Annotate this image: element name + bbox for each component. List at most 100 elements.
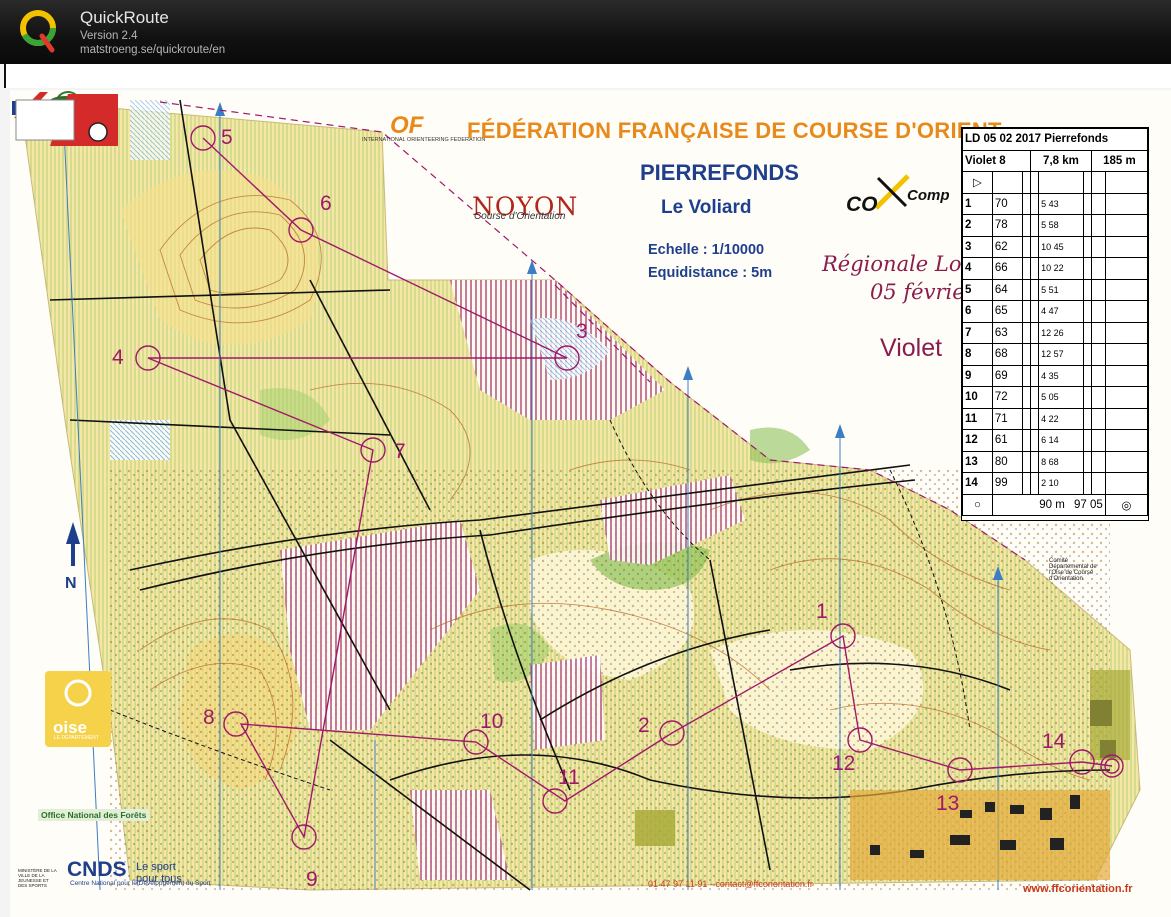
cnds-logo-text: CNDS — [67, 858, 127, 881]
ministere-text: MINISTÈRE DE LA VILLE DE LA JEUNESSE ET … — [18, 868, 57, 888]
cd-row-number: 1 — [962, 192, 993, 215]
control-number-8: 8 — [203, 706, 215, 729]
cd-row-other — [1104, 450, 1149, 473]
control-number-6: 6 — [320, 192, 332, 215]
cd-row-feature — [1030, 257, 1040, 280]
marsh — [130, 100, 170, 160]
cd-finish-circle: ○ — [962, 493, 993, 516]
cd-row-location — [1090, 257, 1106, 280]
control-number-14: 14 — [1042, 730, 1066, 753]
cd-row-feature — [1030, 300, 1040, 323]
cd-row-detail: 10 22 — [1038, 257, 1084, 280]
cd-row-number: 8 — [962, 343, 993, 366]
north-arrow-icon: N — [65, 522, 80, 592]
cd-row-feature — [1030, 192, 1040, 215]
sport-pour-tous: Le sport pour tous — [136, 861, 182, 885]
cd-row-which — [1021, 407, 1032, 430]
app-version: Version 2.4 — [80, 30, 138, 42]
cd-row: 13 80 8 68 — [962, 450, 1149, 473]
sponsor-logo-icon — [874, 174, 910, 210]
green-vegetation — [750, 427, 810, 464]
cd-row-feature — [1030, 429, 1040, 452]
cd-row: 7 63 12 26 — [962, 321, 1149, 344]
sponsor-subname: Comp — [907, 187, 950, 204]
cd-row-location — [1090, 386, 1106, 409]
cd-row-location — [1090, 364, 1106, 387]
event-place: PIERREFONDS — [640, 160, 799, 185]
cd-row-dimension — [1082, 407, 1092, 430]
cd-row-detail: 2 10 — [1038, 472, 1084, 495]
cd-length: 7,8 km — [1030, 149, 1092, 172]
cd-row-number: 14 — [962, 472, 993, 495]
cd-row-which — [1021, 214, 1032, 237]
control-number-7: 7 — [394, 440, 406, 463]
cd-row-detail: 5 58 — [1038, 214, 1084, 237]
cd-row-dimension — [1082, 278, 1092, 301]
cd-row-detail: 5 05 — [1038, 386, 1084, 409]
cd-finish-icon: ◎ — [1104, 493, 1149, 516]
control-description-sheet: LD 05 02 2017 Pierrefonds Violet 8 7,8 k… — [961, 127, 1149, 521]
svg-text:N: N — [65, 575, 77, 592]
control-number-2: 2 — [638, 714, 650, 737]
cd-row: 1 70 5 43 — [962, 192, 1149, 215]
cd-row-dimension — [1082, 235, 1092, 258]
cd-row: 12 61 6 14 — [962, 429, 1149, 452]
cd-row-other — [1104, 386, 1149, 409]
comite-logo-icon — [15, 94, 118, 146]
cd-row: 5 64 5 51 — [962, 278, 1149, 301]
control-number-11: 11 — [558, 766, 580, 789]
cd-row-other — [1104, 321, 1149, 344]
cd-row-detail: 4 22 — [1038, 407, 1084, 430]
cd-row-number: 2 — [962, 214, 993, 237]
cd-row-which — [1021, 386, 1032, 409]
cd-row-code: 80 — [991, 450, 1023, 473]
cd-row-dimension — [1082, 364, 1092, 387]
cd-row-number: 4 — [962, 257, 993, 280]
cd-climb: 185 m — [1090, 149, 1149, 172]
cd-row-feature — [1030, 407, 1040, 430]
cd-row-number: 10 — [962, 386, 993, 409]
control-description-table: LD 05 02 2017 Pierrefonds Violet 8 7,8 k… — [961, 128, 1149, 516]
iof-logo-text: OF — [390, 112, 424, 139]
cd-row-location — [1090, 278, 1106, 301]
cd-row-location — [1090, 429, 1106, 452]
contact-text: 01 47 97 11 91 - contact@ffcorientation.… — [648, 879, 813, 889]
cd-row-feature — [1030, 364, 1040, 387]
cd-row-other — [1104, 257, 1149, 280]
cd-row-other — [1104, 429, 1149, 452]
cd-row: 9 69 4 35 — [962, 364, 1149, 387]
oise-logo-subtext: LE DÉPARTEMENT — [54, 735, 99, 741]
cd-row-detail: 4 47 — [1038, 300, 1084, 323]
control-number-3: 3 — [576, 320, 588, 343]
cd-row-other — [1104, 407, 1149, 430]
cd-row-detail: 4 35 — [1038, 364, 1084, 387]
map-scale: Echelle : 1/10000 — [648, 242, 765, 258]
app-url[interactable]: matstroeng.se/quickroute/en — [80, 44, 225, 56]
cd-row: 8 68 12 57 — [962, 343, 1149, 366]
cd-row-feature — [1030, 343, 1040, 366]
cd-row-code: 61 — [991, 429, 1023, 452]
app-title: QuickRoute — [80, 8, 169, 27]
cd-row-dimension — [1082, 214, 1092, 237]
cd-finish-distance: 90 m 97 05 — [991, 493, 1106, 516]
cd-row-feature — [1030, 450, 1040, 473]
cd-row-detail: 8 68 — [1038, 450, 1084, 473]
olive-area — [635, 810, 675, 846]
cd-row-other — [1104, 192, 1149, 215]
comite-logo-text: Comité Départemental de l'Oise de Course… — [1049, 558, 1097, 582]
cd-start-triangle: ▷ — [962, 171, 993, 194]
map-equidistance: Equidistance : 5m — [648, 265, 773, 281]
cd-row-code: 66 — [991, 257, 1023, 280]
cd-row: 3 62 10 45 — [962, 235, 1149, 258]
app-titlebar: QuickRoute Version 2.4 matstroeng.se/qui… — [0, 0, 1171, 64]
cd-row-number: 9 — [962, 364, 993, 387]
cd-row-dimension — [1082, 472, 1092, 495]
cd-row-which — [1021, 343, 1032, 366]
cd-row-code: 99 — [991, 472, 1023, 495]
cd-row-location — [1090, 235, 1106, 258]
orienteering-map[interactable]: 1 2 3 4 5 6 7 8 9 10 11 12 13 14 OF INTE… — [10, 90, 1171, 917]
cd-row-location — [1090, 214, 1106, 237]
cd-row-code: 72 — [991, 386, 1023, 409]
control-number-5: 5 — [221, 126, 233, 149]
cd-row-which — [1021, 429, 1032, 452]
